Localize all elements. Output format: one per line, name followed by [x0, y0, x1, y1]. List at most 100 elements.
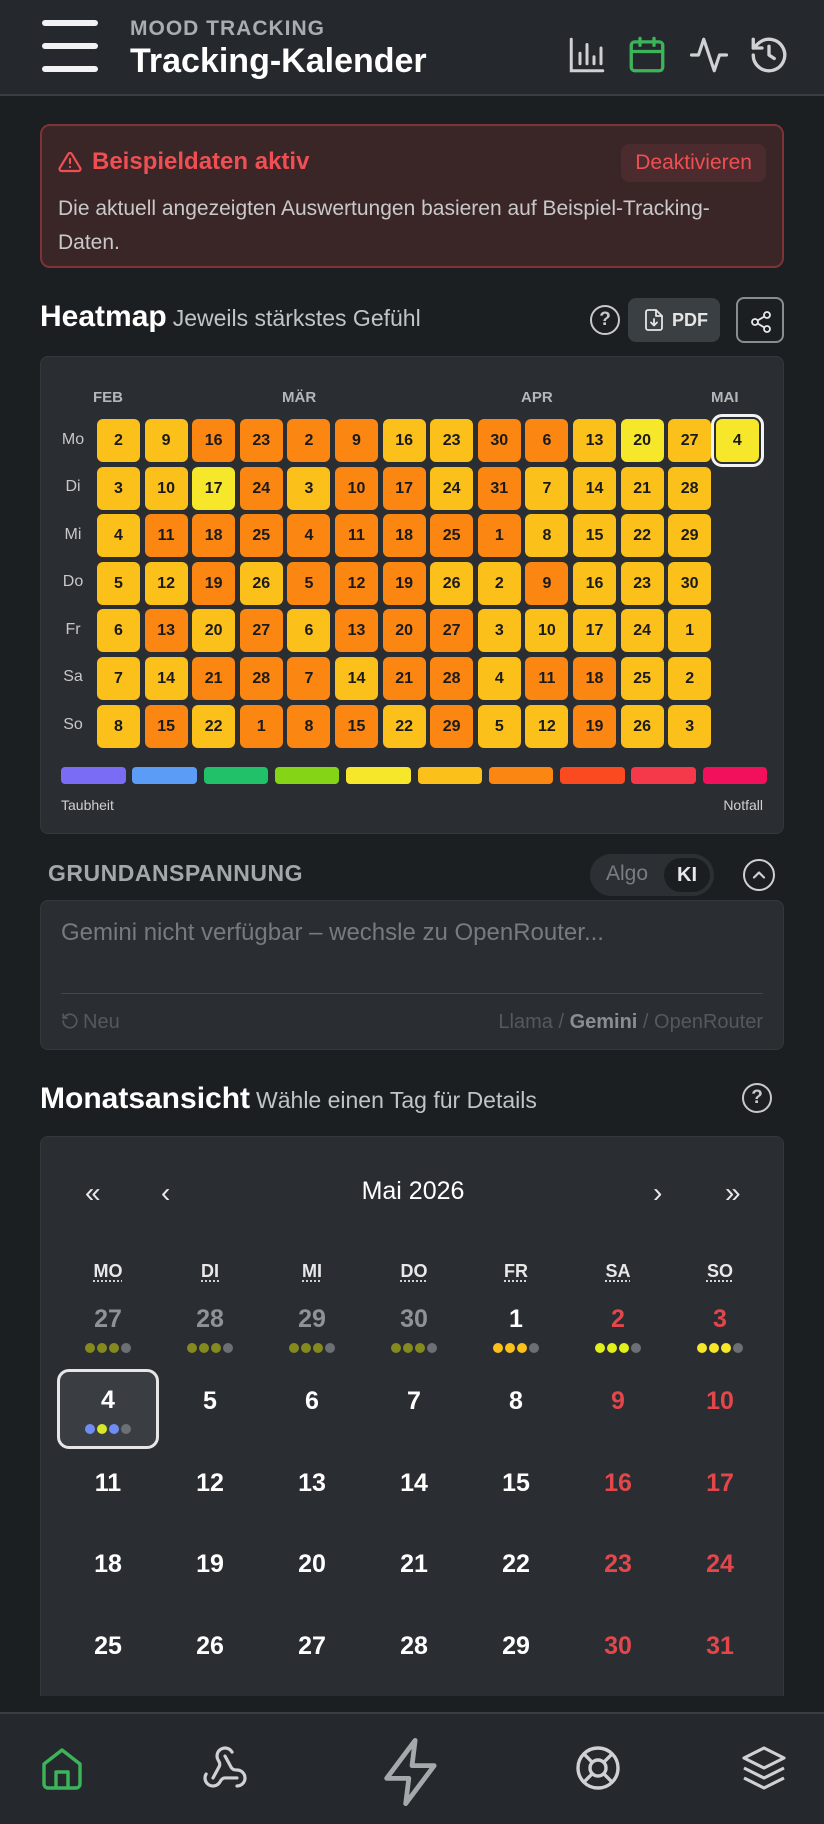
heatmap-cell[interactable]: 19	[192, 561, 236, 605]
calendar-day[interactable]: 3	[669, 1293, 771, 1373]
calendar-day[interactable]: 29	[465, 1620, 567, 1700]
lifebuoy-icon[interactable]	[574, 1744, 622, 1792]
deactivate-button[interactable]: Deaktivieren	[621, 144, 766, 182]
heatmap-cell[interactable]: 20	[382, 609, 426, 653]
calendar-day[interactable]: 28	[159, 1293, 261, 1373]
regenerate-button[interactable]: Neu	[61, 1011, 120, 1034]
calendar-day[interactable]: 8	[465, 1375, 567, 1455]
heatmap-cell[interactable]: 22	[620, 514, 664, 558]
heatmap-cell[interactable]: 5	[287, 561, 331, 605]
calendar-day[interactable]: 7	[363, 1375, 465, 1455]
heatmap-cell[interactable]: 21	[620, 466, 664, 510]
layers-icon[interactable]	[740, 1744, 788, 1792]
heatmap-cell[interactable]: 3	[97, 466, 140, 510]
heatmap-cell[interactable]: 28	[668, 466, 712, 510]
calendar-day[interactable]: 22	[465, 1538, 567, 1618]
heatmap-cell[interactable]: 29	[430, 704, 474, 748]
heatmap-cell[interactable]: 3	[668, 704, 712, 748]
heatmap-cell[interactable]: 6	[287, 609, 331, 653]
heatmap-cell[interactable]: 26	[430, 561, 474, 605]
heatmap-cell[interactable]: 14	[573, 466, 616, 510]
heatmap-cell[interactable]: 23	[620, 561, 664, 605]
heatmap-cell[interactable]: 6	[525, 419, 569, 462]
heatmap-cell[interactable]: 22	[192, 704, 236, 748]
calendar-day[interactable]: 31	[669, 1620, 771, 1700]
calendar-day[interactable]: 23	[567, 1538, 669, 1618]
heatmap-cell[interactable]: 10	[525, 609, 569, 653]
heatmap-cell[interactable]: 25	[620, 657, 664, 700]
heatmap-cell[interactable]: 10	[335, 466, 378, 510]
activity-icon[interactable]	[688, 34, 730, 76]
heatmap-cell[interactable]: 9	[525, 561, 569, 605]
calendar-day[interactable]: 27	[261, 1620, 363, 1700]
heatmap-cell[interactable]: 25	[239, 514, 283, 558]
heatmap-cell[interactable]: 8	[97, 704, 140, 748]
heatmap-cell[interactable]: 17	[573, 609, 616, 653]
heatmap-cell[interactable]: 3	[477, 609, 521, 653]
heatmap-cell[interactable]: 2	[668, 657, 712, 700]
heatmap-cell[interactable]: 2	[477, 561, 521, 605]
calendar-icon[interactable]	[626, 34, 668, 76]
heatmap-cell[interactable]: 15	[144, 704, 188, 748]
heatmap-cell[interactable]: 6	[97, 609, 140, 653]
help-icon[interactable]: ?	[742, 1083, 772, 1113]
last-month-button[interactable]: »	[725, 1177, 741, 1209]
heatmap-cell[interactable]: 23	[430, 419, 474, 462]
calendar-day[interactable]: 15	[465, 1457, 567, 1537]
calendar-day[interactable]: 21	[363, 1538, 465, 1618]
webhook-icon[interactable]	[201, 1744, 249, 1792]
lightning-icon[interactable]	[374, 1734, 450, 1810]
heatmap-cell[interactable]: 13	[144, 609, 188, 653]
heatmap-cell[interactable]: 26	[620, 704, 664, 748]
heatmap-cell[interactable]: 27	[239, 609, 283, 653]
heatmap-cell[interactable]: 12	[525, 704, 569, 748]
heatmap-cell[interactable]: 24	[620, 609, 664, 653]
algo-ki-toggle[interactable]: Algo KI	[590, 854, 714, 896]
source-llama[interactable]: Llama	[498, 1011, 552, 1033]
heatmap-cell[interactable]: 23	[239, 419, 283, 462]
heatmap-cell[interactable]: 17	[382, 466, 426, 510]
heatmap-cell[interactable]: 20	[620, 419, 664, 462]
heatmap-cell[interactable]: 5	[97, 561, 140, 605]
toggle-algo[interactable]: Algo	[606, 862, 648, 886]
heatmap-cell[interactable]: 12	[144, 561, 188, 605]
heatmap-cell[interactable]: 29	[668, 514, 712, 558]
heatmap-cell[interactable]: 1	[239, 704, 283, 748]
calendar-day-selected[interactable]: 4	[57, 1369, 159, 1449]
calendar-day[interactable]: 24	[669, 1538, 771, 1618]
heatmap-cell[interactable]: 2	[287, 419, 331, 462]
calendar-day[interactable]: 19	[159, 1538, 261, 1618]
heatmap-cell[interactable]: 30	[668, 561, 712, 605]
heatmap-cell[interactable]: 30	[477, 419, 521, 462]
heatmap-cell[interactable]: 21	[192, 657, 236, 700]
calendar-day[interactable]: 12	[159, 1457, 261, 1537]
source-gemini[interactable]: Gemini	[570, 1011, 638, 1033]
heatmap-cell[interactable]: 18	[382, 514, 426, 558]
calendar-day[interactable]: 6	[261, 1375, 363, 1455]
heatmap-cell[interactable]: 16	[382, 419, 426, 462]
heatmap-cell[interactable]: 19	[382, 561, 426, 605]
heatmap-cell[interactable]: 11	[144, 514, 188, 558]
bar-chart-icon[interactable]	[566, 34, 608, 76]
calendar-day[interactable]: 17	[669, 1457, 771, 1537]
calendar-day[interactable]: 2	[567, 1293, 669, 1373]
heatmap-cell[interactable]: 7	[525, 466, 569, 510]
heatmap-cell[interactable]: 21	[382, 657, 426, 700]
calendar-day[interactable]: 25	[57, 1620, 159, 1700]
toggle-ki[interactable]: KI	[664, 858, 710, 892]
heatmap-cell[interactable]: 14	[144, 657, 188, 700]
home-icon[interactable]	[38, 1744, 86, 1792]
heatmap-cell[interactable]: 31	[477, 466, 521, 510]
calendar-day[interactable]: 5	[159, 1375, 261, 1455]
calendar-day[interactable]: 16	[567, 1457, 669, 1537]
calendar-day[interactable]: 13	[261, 1457, 363, 1537]
heatmap-cell[interactable]: 17	[192, 466, 236, 510]
heatmap-cell[interactable]: 4	[287, 514, 331, 558]
calendar-day[interactable]: 26	[159, 1620, 261, 1700]
calendar-day[interactable]: 30	[363, 1293, 465, 1373]
heatmap-cell[interactable]: 1	[668, 609, 712, 653]
heatmap-cell[interactable]: 22	[382, 704, 426, 748]
calendar-day[interactable]: 11	[57, 1457, 159, 1537]
heatmap-cell[interactable]: 19	[573, 704, 616, 748]
calendar-day[interactable]: 30	[567, 1620, 669, 1700]
